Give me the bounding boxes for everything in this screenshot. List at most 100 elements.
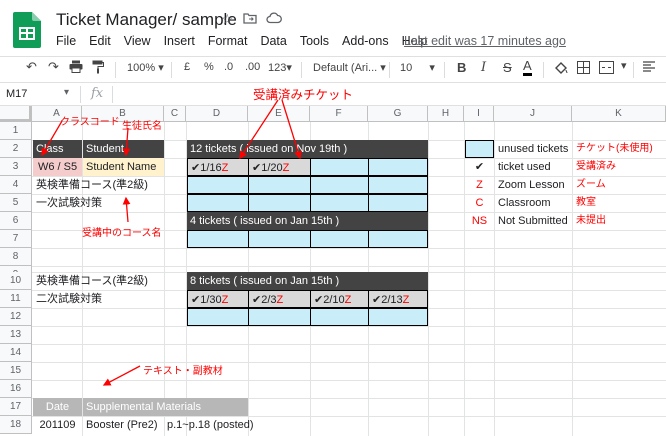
move-folder-icon[interactable]	[242, 11, 257, 28]
redo-icon[interactable]: ↷	[48, 59, 59, 75]
legend-classroom-symbol[interactable]: C	[465, 194, 494, 212]
ticket-cell-unused[interactable]	[248, 176, 311, 194]
menu-view[interactable]: View	[124, 34, 151, 48]
fill-color-icon[interactable]	[554, 61, 568, 78]
ticket-cell-unused[interactable]	[310, 194, 369, 212]
decrease-decimal-button[interactable]: .0	[224, 61, 233, 73]
document-title[interactable]: Ticket Manager/ sample	[56, 10, 237, 30]
cell-b2-student-header[interactable]: Student	[83, 140, 164, 158]
cell-a18-date[interactable]: 201109	[33, 416, 82, 434]
italic-button[interactable]: I	[481, 60, 486, 75]
legend-note[interactable]: ズーム	[573, 176, 666, 194]
legend-note[interactable]: 受講済み	[573, 158, 666, 176]
bold-button[interactable]: B	[457, 60, 466, 75]
ticket-block-title[interactable]: 12 tickets ( issued on Nov 19th )	[187, 140, 428, 158]
legend-label[interactable]: Classroom	[495, 194, 572, 212]
column-header-e[interactable]: E	[248, 106, 310, 122]
menu-edit[interactable]: Edit	[89, 34, 111, 48]
row-header-15[interactable]: 15	[0, 362, 32, 380]
menu-tools[interactable]: Tools	[300, 34, 329, 48]
ticket-cell-unused[interactable]	[368, 308, 428, 326]
print-icon[interactable]	[69, 60, 83, 76]
row-header-11[interactable]: 11	[0, 290, 32, 308]
ticket-cell-used[interactable]: ✔2/3Z	[248, 290, 311, 308]
row-header-7[interactable]: 7	[0, 230, 32, 248]
menu-format[interactable]: Format	[208, 34, 248, 48]
column-header-g[interactable]: G	[368, 106, 428, 122]
ticket-cell-used[interactable]: ✔1/20Z	[248, 158, 311, 176]
ticket-cell-unused[interactable]	[368, 230, 428, 248]
column-header-d[interactable]: D	[186, 106, 248, 122]
column-header-h[interactable]: H	[428, 106, 464, 122]
text-color-button[interactable]: A	[523, 58, 532, 76]
row-header-8[interactable]: 8	[0, 248, 32, 266]
ticket-cell-unused[interactable]	[187, 194, 249, 212]
legend-not-submitted-symbol[interactable]: NS	[465, 212, 494, 230]
ticket-cell-unused[interactable]	[248, 194, 311, 212]
cell-a17-date-header[interactable]: Date	[33, 398, 82, 416]
ticket-cell-used[interactable]: ✔2/10Z	[310, 290, 369, 308]
cell-d18-pages[interactable]: p.1~p.18 (posted)	[164, 416, 254, 434]
align-icon[interactable]	[643, 61, 655, 75]
ticket-cell-unused[interactable]	[368, 176, 428, 194]
merge-cells-icon[interactable]	[599, 61, 614, 77]
legend-note[interactable]: 教室	[573, 194, 666, 212]
column-header-k[interactable]: K	[572, 106, 666, 122]
ticket-cell-unused[interactable]	[310, 158, 369, 176]
cell-a4-course[interactable]: 英検準備コース(準2級)	[33, 176, 183, 194]
cloud-status-icon[interactable]	[265, 11, 282, 28]
column-header-i[interactable]: I	[464, 106, 494, 122]
legend-unused-swatch[interactable]	[465, 140, 494, 158]
cell-a10-course[interactable]: 英検準備コース(準2級)	[33, 272, 183, 290]
ticket-cell-unused[interactable]	[248, 308, 311, 326]
ticket-cell-unused[interactable]	[248, 230, 311, 248]
row-header-12[interactable]: 12	[0, 308, 32, 326]
legend-check-symbol[interactable]: ✔	[465, 158, 494, 176]
ticket-cell-used[interactable]: ✔1/16Z	[187, 158, 249, 176]
row-header-4[interactable]: 4	[0, 176, 32, 194]
row-header-16[interactable]: 16	[0, 380, 32, 398]
increase-decimal-button[interactable]: .00	[245, 61, 260, 73]
strikethrough-button[interactable]: S	[503, 60, 512, 75]
cell-a11-course-detail[interactable]: 二次試験対策	[33, 290, 183, 308]
menu-insert[interactable]: Insert	[164, 34, 195, 48]
row-header-13[interactable]: 13	[0, 326, 32, 344]
ticket-cell-used[interactable]: ✔2/13Z	[368, 290, 428, 308]
select-all-corner[interactable]	[0, 106, 32, 122]
row-header-3[interactable]: 3	[0, 158, 32, 176]
row-header-18[interactable]: 18	[0, 416, 32, 434]
legend-label[interactable]: unused tickets	[495, 140, 572, 158]
cell-b3-student-name[interactable]: Student Name	[83, 158, 164, 176]
ticket-cell-unused[interactable]	[187, 230, 249, 248]
percent-format-button[interactable]: %	[204, 61, 214, 73]
cell-a2-class-header[interactable]: Class	[33, 140, 82, 158]
ticket-cell-unused[interactable]	[310, 230, 369, 248]
ticket-cell-unused[interactable]	[368, 158, 428, 176]
menu-data[interactable]: Data	[260, 34, 286, 48]
last-edit-link[interactable]: Last edit was 17 minutes ago	[404, 34, 566, 48]
row-header-14[interactable]: 14	[0, 344, 32, 362]
ticket-block-title[interactable]: 4 tickets ( issued on Jan 15th )	[187, 212, 428, 230]
column-header-c[interactable]: C	[164, 106, 186, 122]
row-header-1[interactable]: 1	[0, 122, 32, 140]
legend-label[interactable]: Zoom Lesson	[495, 176, 572, 194]
cell-a3-class-code[interactable]: W6 / S5	[33, 158, 82, 176]
legend-zoom-symbol[interactable]: Z	[465, 176, 494, 194]
row-header-10[interactable]: 10	[0, 272, 32, 290]
dropdown-icon[interactable]: ▾	[621, 59, 627, 72]
ticket-cell-unused[interactable]	[187, 176, 249, 194]
cell-b18-material[interactable]: Booster (Pre2)	[83, 416, 164, 434]
font-family-select[interactable]: Default (Ari... ▾	[313, 61, 386, 74]
menu-add-ons[interactable]: Add-ons	[342, 34, 389, 48]
legend-note[interactable]: 未提出	[573, 212, 666, 230]
ticket-cell-unused[interactable]	[310, 176, 369, 194]
row-header-6[interactable]: 6	[0, 212, 32, 230]
currency-format-button[interactable]: £	[184, 61, 190, 73]
more-formats-select[interactable]: 123▾	[268, 61, 292, 74]
row-header-5[interactable]: 5	[0, 194, 32, 212]
ticket-cell-used[interactable]: ✔1/30Z	[187, 290, 249, 308]
zoom-select[interactable]: 100% ▾	[127, 61, 164, 74]
column-header-j[interactable]: J	[494, 106, 572, 122]
star-icon[interactable]: ☆	[221, 11, 234, 28]
legend-note[interactable]: チケット(未使用)	[573, 140, 666, 158]
